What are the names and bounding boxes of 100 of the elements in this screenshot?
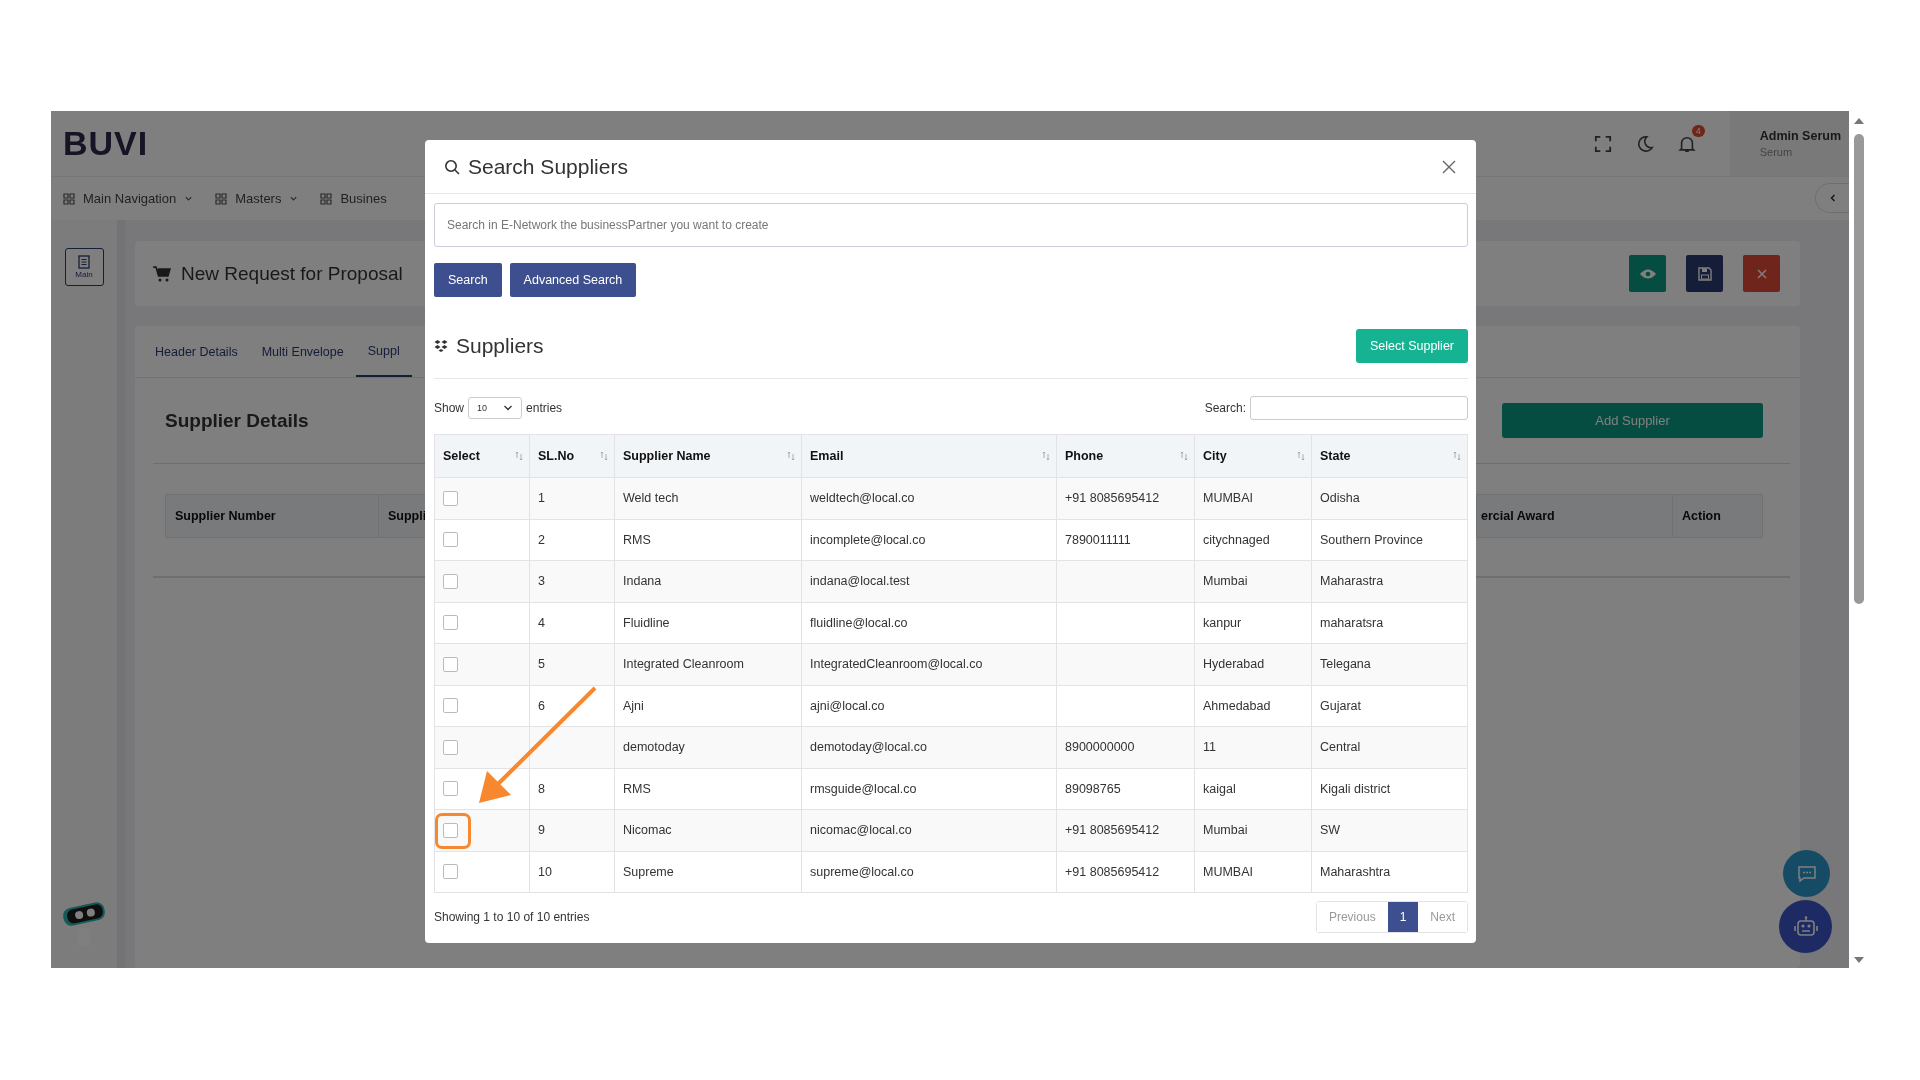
tab[interactable]: Multi Envelope: [249, 326, 356, 377]
table-search-field[interactable]: [1250, 396, 1468, 420]
tab[interactable]: Header Details: [143, 326, 250, 377]
table-cell: RMS: [615, 768, 802, 810]
checkbox[interactable]: [443, 822, 458, 838]
table-cell: demotoday: [615, 727, 802, 769]
sort-icon: [1297, 451, 1305, 461]
table-cell: Ahmedabad: [1195, 685, 1312, 727]
search-button[interactable]: Advanced Search: [509, 263, 637, 297]
page-size-select[interactable]: 10: [468, 397, 523, 419]
main-button[interactable]: Main: [64, 248, 104, 286]
table-cell: kanpur: [1195, 602, 1312, 644]
moon-icon[interactable]: [1635, 134, 1654, 153]
search-button[interactable]: Search: [434, 263, 502, 297]
tab[interactable]: Suppl: [355, 326, 412, 377]
nav-menu[interactable]: Busines: [320, 191, 387, 206]
table-cell: RMS: [615, 519, 802, 561]
grid-icon: [320, 192, 333, 205]
table-cell: 1: [530, 478, 615, 520]
checkbox[interactable]: [443, 615, 458, 631]
close-icon: [1755, 267, 1768, 280]
column-header[interactable]: Select: [435, 435, 530, 478]
section-title: Suppliers: [456, 334, 544, 358]
fullscreen-icon[interactable]: [1593, 134, 1612, 153]
table-cell: 10: [530, 851, 615, 893]
column-header[interactable]: SL.No: [530, 435, 615, 478]
table-cell: Kigali district: [1312, 768, 1468, 810]
table-cell: supreme@local.co: [802, 851, 1057, 893]
table-cell: Ajni: [615, 685, 802, 727]
table-cell: Mumbai: [1195, 810, 1312, 852]
logo: BUVI: [63, 124, 149, 163]
sort-icon: [1453, 451, 1461, 461]
table-cell: 4: [530, 602, 615, 644]
table-cell: Mumbai: [1195, 561, 1312, 603]
dialog-title: Search Suppliers: [468, 154, 628, 179]
table-cell: Maharastra: [1312, 561, 1468, 603]
table-cell: nicomac@local.co: [802, 810, 1057, 852]
show-label: Show: [434, 401, 465, 415]
table-cell: +91 8085695412: [1057, 478, 1195, 520]
checkbox[interactable]: [443, 864, 458, 880]
column-header: ercial Award: [1477, 495, 1673, 537]
sort-icon: [1042, 451, 1050, 461]
table-cell: 9: [530, 810, 615, 852]
table-cell: Indana: [615, 561, 802, 603]
scroll-down-arrow-icon[interactable]: [1853, 957, 1864, 963]
table-cell: 3: [530, 561, 615, 603]
pagination-button[interactable]: 1: [1387, 902, 1419, 932]
boxes-icon: [434, 340, 448, 352]
table-cell: ajni@local.co: [802, 685, 1057, 727]
table-cell: Gujarat: [1312, 685, 1468, 727]
add-supplier-button[interactable]: Add Supplier: [1502, 403, 1763, 438]
search-label: Search:: [1204, 401, 1246, 415]
section-title: Supplier Details: [165, 409, 309, 432]
page-title: New Request for Proposal: [181, 262, 403, 285]
table-cell: Weld tech: [615, 478, 802, 520]
select-supplier-button[interactable]: Select Supplier: [1355, 329, 1468, 363]
table-cell: maharatsra: [1312, 602, 1468, 644]
column-header[interactable]: Phone: [1057, 435, 1195, 478]
document-icon: [77, 255, 91, 269]
checkbox[interactable]: [443, 490, 458, 506]
table-cell: SW: [1312, 810, 1468, 852]
preview-button[interactable]: [1629, 255, 1666, 292]
eye-icon: [1638, 267, 1657, 280]
search-field[interactable]: Search in E-Network the businessPartner you want to create: [434, 203, 1468, 247]
bell-icon[interactable]: [1677, 134, 1696, 153]
table-cell: Telegana: [1312, 644, 1468, 686]
checkbox[interactable]: [443, 739, 458, 755]
checkbox[interactable]: [443, 698, 458, 714]
column-header[interactable]: Supplier Name: [615, 435, 802, 478]
table-cell: 2: [530, 519, 615, 561]
table-cell: MUMBAI: [1195, 851, 1312, 893]
nav-menu[interactable]: Main Navigation: [63, 191, 194, 206]
sort-icon: [515, 451, 523, 461]
chat-bubble-icon: [1796, 864, 1817, 883]
column-header[interactable]: Email: [802, 435, 1057, 478]
nav-menu[interactable]: Masters: [215, 191, 299, 206]
table-cell: incomplete@local.co: [802, 519, 1057, 561]
robot-icon: [1793, 915, 1818, 938]
collapse-button[interactable]: [1815, 183, 1849, 213]
close-icon: [1442, 159, 1456, 174]
table-cell: Integrated Cleanroom: [615, 644, 802, 686]
table-cell: weldtech@local.co: [802, 478, 1057, 520]
checkbox[interactable]: [443, 573, 458, 589]
column-header: Action: [1681, 508, 1722, 525]
search-icon: [444, 158, 460, 175]
sort-icon: [600, 451, 608, 461]
column-header: Supplier Number: [166, 495, 379, 537]
grid-icon: [215, 192, 228, 205]
checkbox[interactable]: [443, 781, 458, 797]
checkbox[interactable]: [443, 656, 458, 672]
entries-label: entries: [526, 401, 563, 415]
table-cell: kaigal: [1195, 768, 1312, 810]
table-cell: Hyderabad: [1195, 644, 1312, 686]
column-header[interactable]: City: [1195, 435, 1312, 478]
column-header[interactable]: State: [1312, 435, 1468, 478]
sort-icon: [787, 451, 795, 461]
table-cell: Supreme: [615, 851, 802, 893]
scroll-up-arrow-icon[interactable]: [1853, 118, 1864, 124]
save-button[interactable]: [1686, 255, 1723, 292]
checkbox[interactable]: [443, 532, 458, 548]
